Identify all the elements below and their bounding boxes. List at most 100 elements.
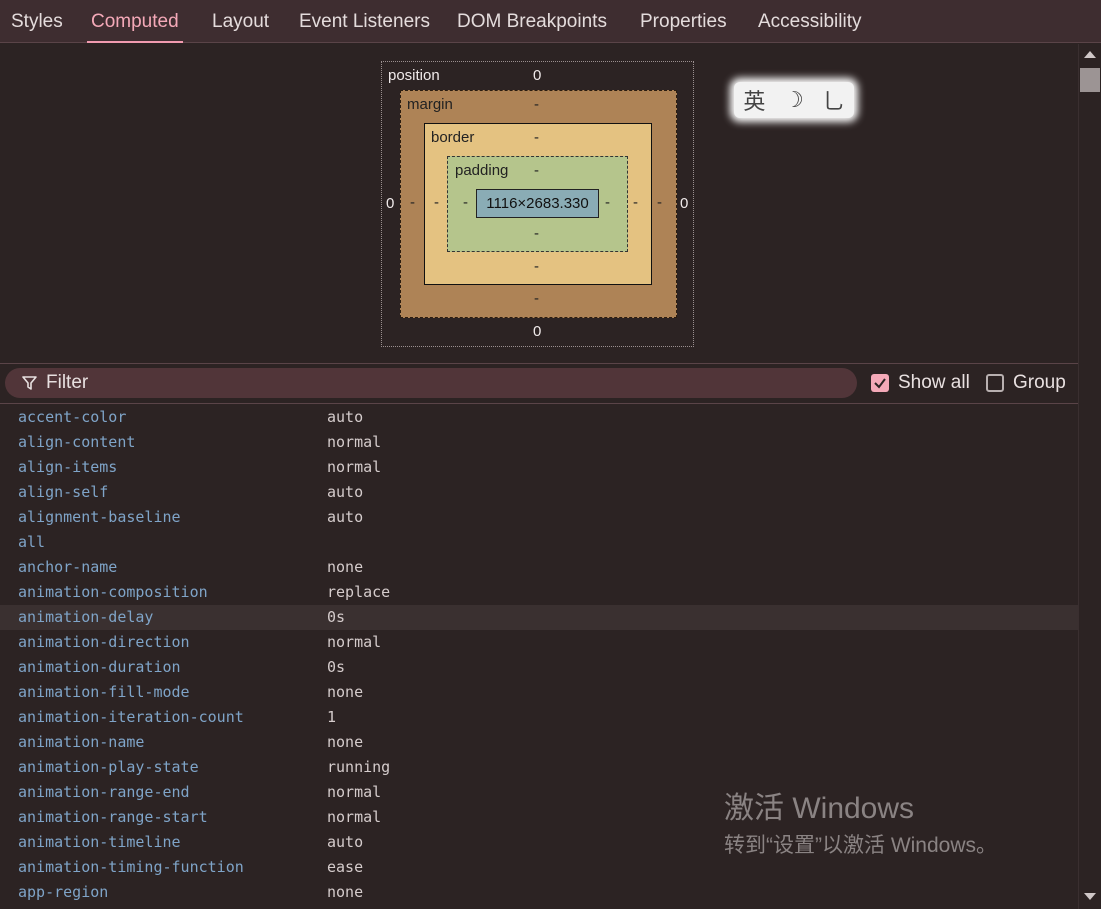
property-row[interactable]: anchor-name none bbox=[0, 555, 1078, 580]
filter-funnel-icon bbox=[22, 376, 37, 390]
property-row[interactable]: animation-delay 0s bbox=[0, 605, 1078, 630]
tab-accessibility[interactable]: Accessibility bbox=[758, 0, 861, 43]
filter-placeholder: Filter bbox=[46, 372, 89, 393]
property-name: alignment-baseline bbox=[18, 508, 181, 526]
property-row[interactable]: animation-composition replace bbox=[0, 580, 1078, 605]
ime-indicator: 英 ☽ ⺃ bbox=[730, 78, 860, 122]
position-bottom-value[interactable]: 0 bbox=[533, 323, 541, 341]
property-value: replace bbox=[327, 583, 391, 601]
property-row[interactable]: animation-iteration-count 1 bbox=[0, 705, 1078, 730]
box-model-content-size[interactable]: 1116×2683.330 bbox=[476, 189, 599, 218]
ime-language-char: 英 bbox=[743, 89, 766, 114]
property-value: auto bbox=[327, 408, 364, 426]
property-row[interactable]: animation-name none bbox=[0, 730, 1078, 755]
property-row[interactable]: animation-range-end normal bbox=[0, 780, 1078, 805]
tab-dom-breakpoints[interactable]: DOM Breakpoints bbox=[457, 0, 607, 43]
property-row[interactable]: animation-fill-mode none bbox=[0, 680, 1078, 705]
property-row[interactable]: align-content normal bbox=[0, 430, 1078, 455]
padding-right-value[interactable]: - bbox=[605, 194, 610, 212]
position-right-value[interactable]: 0 bbox=[680, 195, 688, 213]
margin-right-value[interactable]: - bbox=[657, 194, 662, 212]
position-top-value[interactable]: 0 bbox=[533, 67, 541, 85]
property-value: auto bbox=[327, 483, 364, 501]
filter-input[interactable] bbox=[5, 368, 857, 398]
property-row[interactable]: align-items normal bbox=[0, 455, 1078, 480]
margin-label: margin bbox=[407, 96, 453, 113]
tab-event-listeners[interactable]: Event Listeners bbox=[299, 0, 430, 43]
property-name: animation-play-state bbox=[18, 758, 199, 776]
margin-bottom-value[interactable]: - bbox=[534, 290, 539, 308]
padding-label: padding bbox=[455, 162, 509, 179]
tab-styles[interactable]: Styles bbox=[11, 0, 63, 43]
property-name: animation-name bbox=[18, 733, 145, 751]
tab-layout[interactable]: Layout bbox=[212, 0, 269, 43]
position-label: position bbox=[388, 67, 440, 84]
tab-properties[interactable]: Properties bbox=[640, 0, 727, 43]
margin-top-value[interactable]: - bbox=[534, 96, 539, 114]
check-icon bbox=[874, 378, 886, 389]
ime-punctuation-icon: ⺃ bbox=[822, 89, 845, 114]
property-value: 0s bbox=[327, 608, 346, 626]
vertical-scrollbar[interactable] bbox=[1078, 44, 1101, 909]
property-row[interactable]: animation-duration 0s bbox=[0, 655, 1078, 680]
group-label[interactable]: Group bbox=[1013, 372, 1066, 394]
show-all-checkbox[interactable] bbox=[871, 374, 889, 392]
property-name: accent-color bbox=[18, 408, 127, 426]
panel-tab-bar: Styles Computed Layout Event Listeners D… bbox=[0, 0, 1101, 43]
property-name: app-region bbox=[18, 883, 109, 901]
margin-left-value[interactable]: - bbox=[410, 194, 415, 212]
section-divider bbox=[0, 363, 1078, 364]
property-value: ease bbox=[327, 858, 364, 876]
property-name: animation-composition bbox=[18, 583, 208, 601]
property-row[interactable]: animation-range-start normal bbox=[0, 805, 1078, 830]
property-row[interactable]: all bbox=[0, 530, 1078, 555]
group-checkbox[interactable] bbox=[986, 374, 1004, 392]
property-value: none bbox=[327, 733, 364, 751]
property-value: none bbox=[327, 558, 364, 576]
property-row[interactable]: animation-direction normal bbox=[0, 630, 1078, 655]
border-left-value[interactable]: - bbox=[434, 194, 439, 212]
property-value: normal bbox=[327, 433, 382, 451]
property-value: normal bbox=[327, 458, 382, 476]
moon-icon: ☽ bbox=[784, 87, 804, 112]
show-all-label[interactable]: Show all bbox=[898, 372, 970, 394]
property-name: animation-range-start bbox=[18, 808, 208, 826]
property-name: animation-delay bbox=[18, 608, 154, 626]
property-value: none bbox=[327, 683, 364, 701]
property-name: align-content bbox=[18, 433, 136, 451]
property-row[interactable]: animation-play-state running bbox=[0, 755, 1078, 780]
property-row[interactable]: align-self auto bbox=[0, 480, 1078, 505]
property-value: normal bbox=[327, 783, 382, 801]
padding-top-value[interactable]: - bbox=[534, 162, 539, 180]
computed-properties-list: accent-color auto align-content normal align… bbox=[0, 405, 1078, 905]
property-name: animation-duration bbox=[18, 658, 181, 676]
activate-windows-title: 激活 Windows bbox=[724, 792, 915, 825]
property-value: 0s bbox=[327, 658, 346, 676]
property-row[interactable]: accent-color auto bbox=[0, 405, 1078, 430]
border-top-value[interactable]: - bbox=[534, 129, 539, 147]
padding-bottom-value[interactable]: - bbox=[534, 225, 539, 243]
activate-windows-subtitle: 转到“设置”以激活 Windows。 bbox=[724, 834, 998, 857]
property-row[interactable]: app-region none bbox=[0, 880, 1078, 905]
property-name: animation-direction bbox=[18, 633, 190, 651]
property-value: running bbox=[327, 758, 391, 776]
border-bottom-value[interactable]: - bbox=[534, 258, 539, 276]
property-name: animation-iteration-count bbox=[18, 708, 244, 726]
list-divider bbox=[0, 403, 1078, 404]
property-value: auto bbox=[327, 833, 364, 851]
position-left-value[interactable]: 0 bbox=[386, 195, 394, 213]
property-name: all bbox=[18, 533, 46, 551]
scroll-down-arrow-icon[interactable] bbox=[1084, 893, 1096, 900]
padding-left-value[interactable]: - bbox=[463, 194, 468, 212]
scrollbar-thumb[interactable] bbox=[1080, 68, 1100, 92]
property-name: align-self bbox=[18, 483, 109, 501]
property-row[interactable]: alignment-baseline auto bbox=[0, 505, 1078, 530]
property-name: anchor-name bbox=[18, 558, 118, 576]
tab-computed[interactable]: Computed bbox=[87, 0, 183, 43]
property-name: animation-fill-mode bbox=[18, 683, 190, 701]
property-value: none bbox=[327, 883, 364, 901]
property-name: animation-timing-function bbox=[18, 858, 244, 876]
scroll-up-arrow-icon[interactable] bbox=[1084, 51, 1096, 58]
property-name: animation-range-end bbox=[18, 783, 190, 801]
border-right-value[interactable]: - bbox=[633, 194, 638, 212]
